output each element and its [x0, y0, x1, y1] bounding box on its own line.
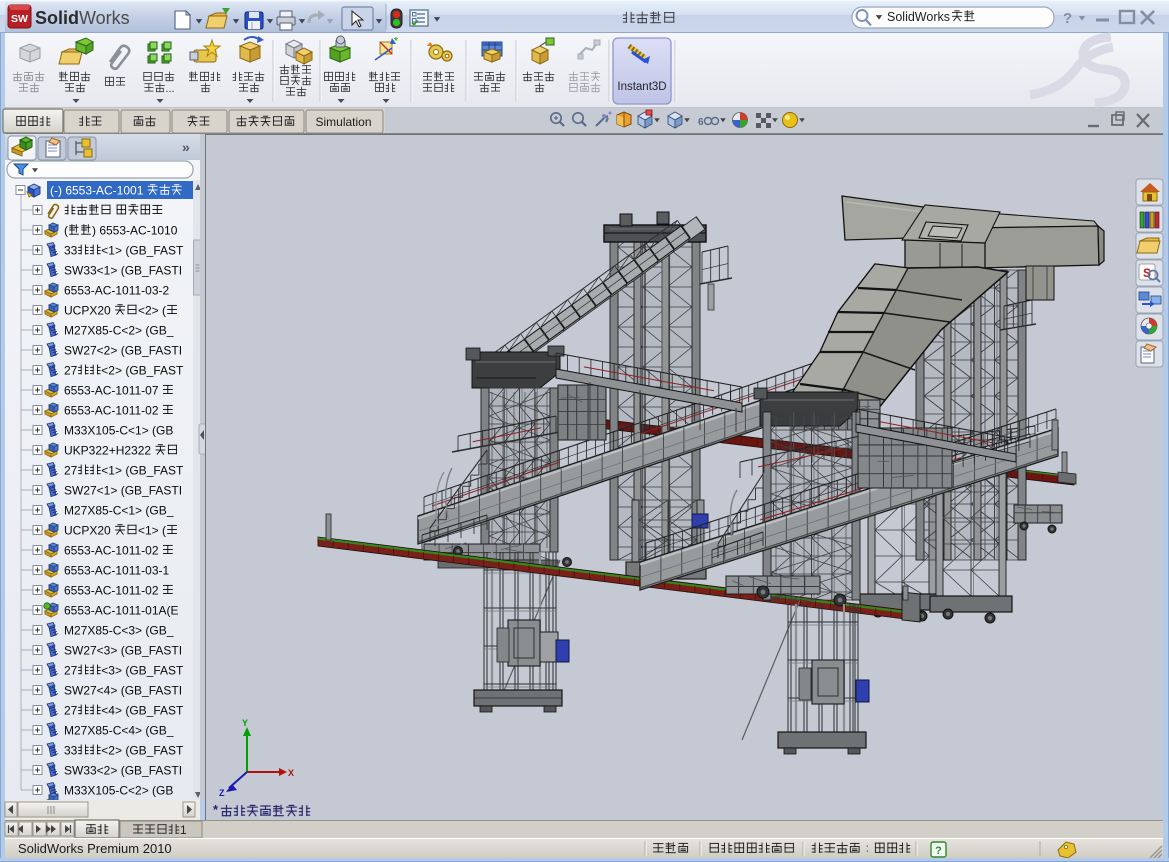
svg-text:SW33<2> (GB_FASTI: SW33<2> (GB_FASTI [64, 764, 182, 778]
svg-text:SW27<3> (GB_FASTI: SW27<3> (GB_FASTI [64, 644, 182, 658]
svg-text:...: ... [165, 83, 174, 95]
svg-text:M33X105-C<1> (GB: M33X105-C<1> (GB [64, 424, 173, 438]
svg-text:6553-AC-1011-02: 6553-AC-1011-02 [64, 544, 159, 558]
svg-text:M27X85-C<2> (GB_: M27X85-C<2> (GB_ [64, 324, 174, 338]
svg-text:M27X85-C<4> (GB_: M27X85-C<4> (GB_ [64, 724, 174, 738]
svg-text:M33X105-C<2> (GB: M33X105-C<2> (GB [64, 784, 173, 798]
svg-text:6553-AC-1011-02: 6553-AC-1011-02 [64, 584, 159, 598]
svg-text:27: 27 [64, 704, 78, 718]
svg-text:<2> (GB_FAST: <2> (GB_FAST [101, 744, 184, 758]
svg-text:*: * [394, 36, 398, 47]
svg-text:(-) 6553-AC-1001: (-) 6553-AC-1001 [50, 184, 144, 198]
svg-text:6553-AC-1011-01A(E: 6553-AC-1011-01A(E [64, 604, 179, 618]
svg-text:?: ? [935, 845, 942, 857]
svg-text:SW27<1> (GB_FASTI: SW27<1> (GB_FASTI [64, 484, 182, 498]
svg-text:Solid: Solid [35, 8, 79, 28]
svg-text:SolidWorks Premium 2010: SolidWorks Premium 2010 [18, 841, 172, 856]
svg-text:M27X85-C<1> (GB_: M27X85-C<1> (GB_ [64, 504, 174, 518]
svg-text:»: » [182, 139, 190, 155]
svg-text:6553-AC-1011-03-2: 6553-AC-1011-03-2 [64, 284, 170, 298]
svg-text:Z: Z [219, 788, 225, 798]
svg-text:X: X [288, 768, 294, 778]
svg-text:6553-AC-1011-03-1: 6553-AC-1011-03-1 [64, 564, 170, 578]
svg-text:<1> (GB_FAST: <1> (GB_FAST [101, 464, 184, 478]
svg-text:27: 27 [64, 464, 78, 478]
svg-text:) 6553-AC-1010: ) 6553-AC-1010 [92, 224, 178, 238]
svg-text:M27X85-C<3> (GB_: M27X85-C<3> (GB_ [64, 624, 174, 638]
svg-text:27: 27 [64, 664, 78, 678]
svg-text:Instant3D: Instant3D [617, 81, 666, 93]
svg-text:UCPX20: UCPX20 [64, 524, 111, 538]
svg-text:27: 27 [64, 364, 78, 378]
svg-text:?: ? [1063, 10, 1072, 27]
svg-text:6: 6 [698, 117, 704, 128]
svg-text:SW33<1> (GB_FASTI: SW33<1> (GB_FASTI [64, 264, 182, 278]
svg-text:<1> (GB_FAST: <1> (GB_FAST [101, 244, 184, 258]
svg-text:SW27<4> (GB_FASTI: SW27<4> (GB_FASTI [64, 684, 182, 698]
svg-text:33: 33 [64, 244, 78, 258]
svg-text:SW: SW [11, 13, 28, 25]
svg-text:<2> (: <2> ( [138, 304, 166, 318]
svg-text:Works: Works [79, 8, 130, 28]
svg-text:33: 33 [64, 744, 78, 758]
svg-text:6553-AC-1011-07: 6553-AC-1011-07 [64, 384, 159, 398]
svg-text:<1> (: <1> ( [138, 524, 166, 538]
svg-text:SolidWorks: SolidWorks [887, 10, 950, 24]
svg-text:1: 1 [180, 823, 187, 837]
svg-text:<4> (GB_FAST: <4> (GB_FAST [101, 704, 184, 718]
svg-text:(: ( [64, 224, 68, 238]
svg-text:<2> (GB_FAST: <2> (GB_FAST [101, 364, 184, 378]
svg-text:UKP322+H2322: UKP322+H2322 [64, 444, 151, 458]
svg-text:Y: Y [242, 718, 248, 728]
svg-text:6553-AC-1011-02: 6553-AC-1011-02 [64, 404, 159, 418]
svg-text:UCPX20: UCPX20 [64, 304, 111, 318]
svg-text:<3> (GB_FAST: <3> (GB_FAST [101, 664, 184, 678]
svg-text:Simulation: Simulation [316, 115, 372, 129]
svg-text:SW27<2> (GB_FASTI: SW27<2> (GB_FASTI [64, 344, 182, 358]
